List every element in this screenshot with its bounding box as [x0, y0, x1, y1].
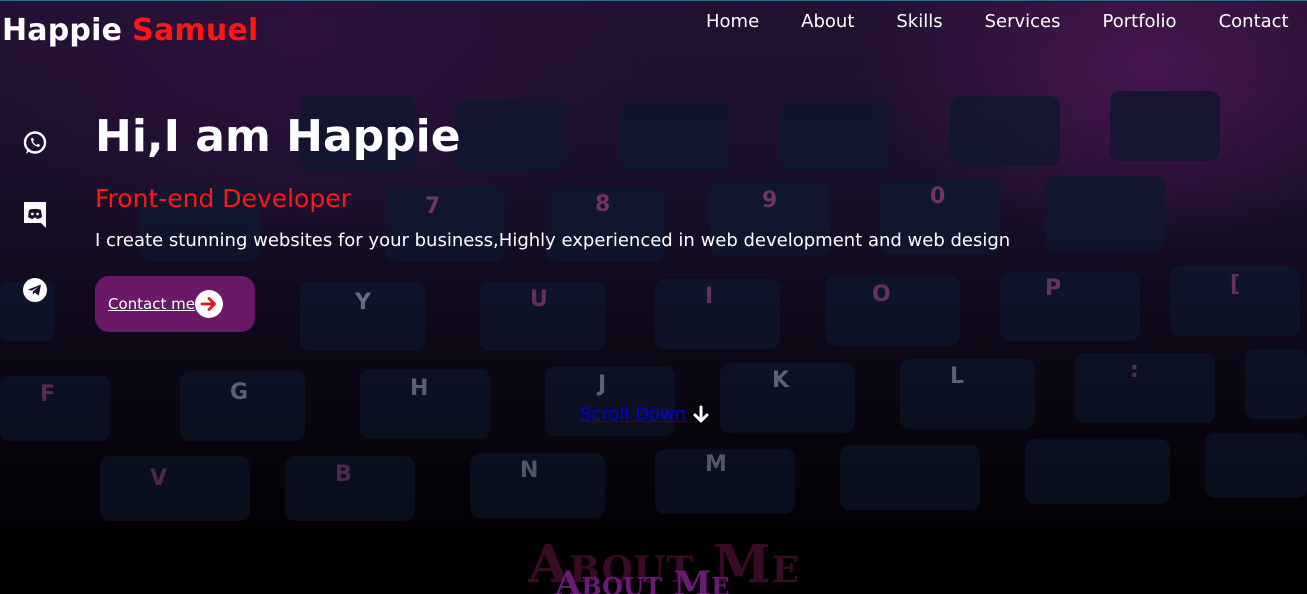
hero-overlay — [0, 1, 1307, 530]
contact-me-button[interactable]: Contact me — [95, 276, 255, 332]
about-section: About Me About Me — [0, 530, 1307, 594]
arrow-down-icon — [693, 405, 709, 422]
whatsapp-icon[interactable] — [22, 130, 48, 156]
site-logo[interactable]: Happie Samuel — [2, 13, 258, 48]
nav-home[interactable]: Home — [706, 11, 759, 32]
logo-first-name: Happie — [2, 13, 123, 48]
contact-me-label: Contact me — [108, 295, 195, 313]
nav-services[interactable]: Services — [985, 11, 1061, 32]
hero-section: 7 8 9 0 Y U I O P [ F G H J K L : V B N … — [0, 0, 1307, 530]
nav-contact[interactable]: Contact — [1219, 11, 1289, 32]
hero-headline: Hi,I am Happie — [95, 111, 461, 162]
nav-about[interactable]: About — [801, 11, 854, 32]
nav-skills[interactable]: Skills — [896, 11, 942, 32]
scroll-down-link[interactable]: Scroll Down — [580, 404, 710, 425]
main-nav: Home About Skills Services Portfolio Con… — [706, 11, 1289, 32]
discord-icon[interactable] — [22, 202, 48, 228]
nav-portfolio[interactable]: Portfolio — [1103, 11, 1177, 32]
logo-last-name: Samuel — [132, 13, 259, 48]
scroll-down-label: Scroll Down — [580, 404, 687, 425]
about-title: About Me — [555, 564, 730, 594]
hero-tagline: I create stunning websites for your busi… — [95, 230, 1011, 251]
arrow-right-icon — [194, 290, 223, 318]
hero-role: Front-end Developer — [95, 184, 351, 213]
telegram-icon[interactable] — [22, 277, 48, 303]
